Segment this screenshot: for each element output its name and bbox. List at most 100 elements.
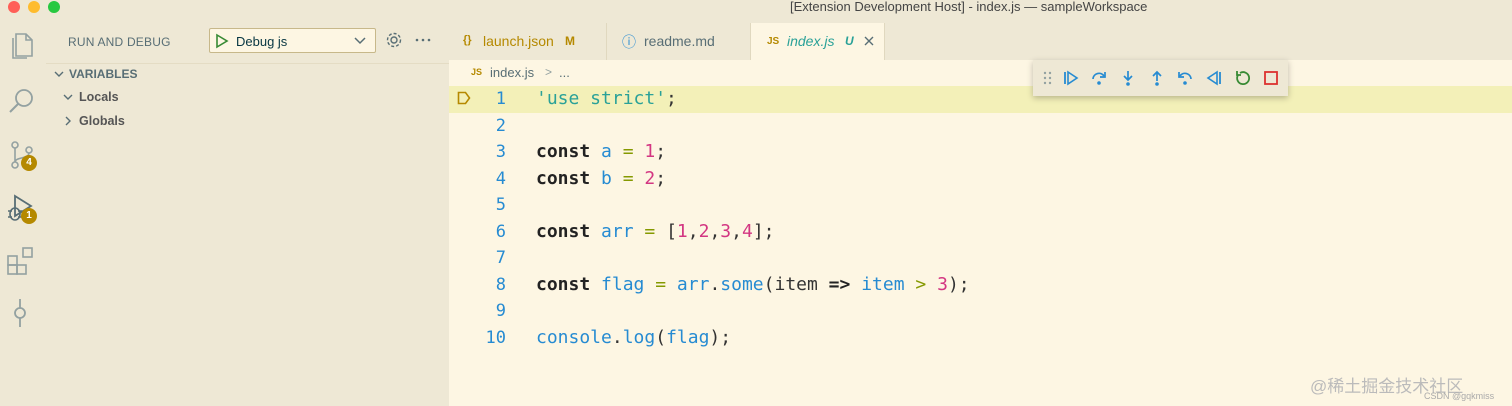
step-out-icon[interactable] <box>1148 69 1166 87</box>
gear-icon[interactable] <box>385 31 403 49</box>
code-token: const <box>536 141 591 162</box>
git-commit-icon[interactable] <box>5 296 39 330</box>
modified-badge: M <box>565 34 575 48</box>
code-token: 'use strict' <box>536 88 667 109</box>
breadcrumb-file[interactable]: index.js <box>490 65 534 80</box>
code-text: const flag = arr.some(item => item > 3); <box>536 274 970 295</box>
code-line[interactable]: 1 'use strict'; <box>449 86 1512 113</box>
source-control-icon[interactable]: 4 <box>5 138 39 172</box>
line-number: 8 <box>495 274 506 295</box>
code-token: 3 <box>937 273 948 295</box>
close-icon[interactable] <box>863 35 875 47</box>
code-text: const a = 1; <box>536 141 666 162</box>
code-text: console.log(flag); <box>536 327 731 348</box>
scope-label: Locals <box>79 90 119 104</box>
step-over-icon[interactable] <box>1090 69 1108 87</box>
code-text: const arr = [1,2,3,4]; <box>536 221 775 242</box>
search-icon[interactable] <box>5 84 39 118</box>
continue-icon[interactable] <box>1062 69 1080 87</box>
variables-section-title: VARIABLES <box>69 67 138 81</box>
variables-section-header[interactable]: VARIABLES <box>46 63 449 83</box>
code-token: 4 <box>741 220 753 242</box>
code-token: . <box>709 273 721 295</box>
code-token: ); <box>947 273 970 295</box>
editor-tab-bar: {} launch.json M ⓘ readme.md JS index.js… <box>449 14 1512 60</box>
code-token: 2 <box>644 167 656 189</box>
code-line[interactable]: 5 <box>449 192 1512 219</box>
code-token: const <box>536 167 591 189</box>
chevron-down-icon <box>354 37 366 45</box>
code-line[interactable]: 10 console.log(flag); <box>449 325 1512 352</box>
code-token: = <box>655 273 667 295</box>
code-line[interactable]: 2 <box>449 113 1512 140</box>
scope-locals[interactable]: Locals <box>46 87 449 107</box>
code-line[interactable]: 6 const arr = [1,2,3,4]; <box>449 219 1512 246</box>
start-debugging-icon[interactable] <box>214 33 230 49</box>
close-window-button[interactable] <box>8 1 20 13</box>
tab-launch-json[interactable]: {} launch.json M <box>449 23 607 60</box>
code-token: flag <box>601 273 645 295</box>
line-number: 6 <box>495 221 506 242</box>
code-line[interactable]: 8 const flag = arr.some(item => item > 3)… <box>449 272 1512 299</box>
code-token: arr <box>601 220 634 242</box>
step-into-icon[interactable] <box>1119 69 1137 87</box>
debug-icon[interactable]: 1 <box>5 192 39 226</box>
tab-readme-md[interactable]: ⓘ readme.md <box>607 23 751 60</box>
chevron-down-icon <box>63 94 73 100</box>
extensions-icon[interactable] <box>5 244 39 278</box>
code-token: 3 <box>720 220 732 242</box>
code-token: . <box>611 326 623 348</box>
breadcrumb-separator: > <box>545 65 553 79</box>
code-line[interactable]: 7 <box>449 245 1512 272</box>
code-token: => <box>828 273 851 295</box>
code-token: const <box>536 273 591 295</box>
code-token: = <box>644 220 656 242</box>
breadcrumb-symbols[interactable]: ... <box>559 65 570 80</box>
run-and-debug-sidebar: RUN AND DEBUG Debug js VARIABLES Locals … <box>46 14 449 406</box>
files-icon[interactable] <box>5 28 39 62</box>
title-bar: [Extension Development Host] - index.js … <box>0 0 1512 14</box>
info-icon: ⓘ <box>622 34 636 50</box>
code-token: = <box>622 141 634 162</box>
chevron-right-icon <box>65 116 71 126</box>
code-line[interactable]: 3 const a = 1; <box>449 139 1512 166</box>
code-line[interactable]: 9 <box>449 298 1512 325</box>
restart-icon[interactable] <box>1234 69 1252 87</box>
minimize-window-button[interactable] <box>28 1 40 13</box>
scope-globals[interactable]: Globals <box>46 111 449 131</box>
sidebar-title: RUN AND DEBUG <box>68 35 171 49</box>
code-line[interactable]: 4 const b = 2; <box>449 166 1512 193</box>
line-number: 10 <box>485 327 506 348</box>
reverse-continue-icon[interactable] <box>1205 69 1223 87</box>
activity-bar: 4 1 <box>0 14 46 406</box>
code-token: [ <box>655 220 677 242</box>
code-token: 1 <box>644 141 656 162</box>
code-token: > <box>915 273 927 295</box>
code-token: ( <box>655 326 667 348</box>
tab-label: readme.md <box>644 33 715 49</box>
line-number: 3 <box>495 142 506 162</box>
code-editor[interactable]: 1'use strict'; 2 3 const a = 1; 4 const b = 2… <box>449 86 1512 406</box>
watermark-sub: CSDN @gqkmiss <box>1424 391 1495 401</box>
debug-config-select[interactable]: Debug js <box>209 28 376 53</box>
debug-badge: 1 <box>21 208 37 224</box>
line-number: 4 <box>495 168 506 189</box>
tab-label: launch.json <box>483 33 554 49</box>
tab-index-js[interactable]: JS index.js U <box>751 23 885 60</box>
code-token: (item <box>763 273 829 295</box>
drag-handle-icon[interactable] <box>1043 71 1053 85</box>
source-control-badge: 4 <box>21 155 37 171</box>
step-back-icon[interactable] <box>1176 69 1194 87</box>
code-token: some <box>720 273 764 295</box>
more-actions-icon[interactable] <box>414 31 432 49</box>
code-token: item <box>861 273 905 295</box>
zoom-window-button[interactable] <box>48 1 60 13</box>
stop-icon[interactable] <box>1262 69 1280 87</box>
code-token: ); <box>709 326 732 348</box>
